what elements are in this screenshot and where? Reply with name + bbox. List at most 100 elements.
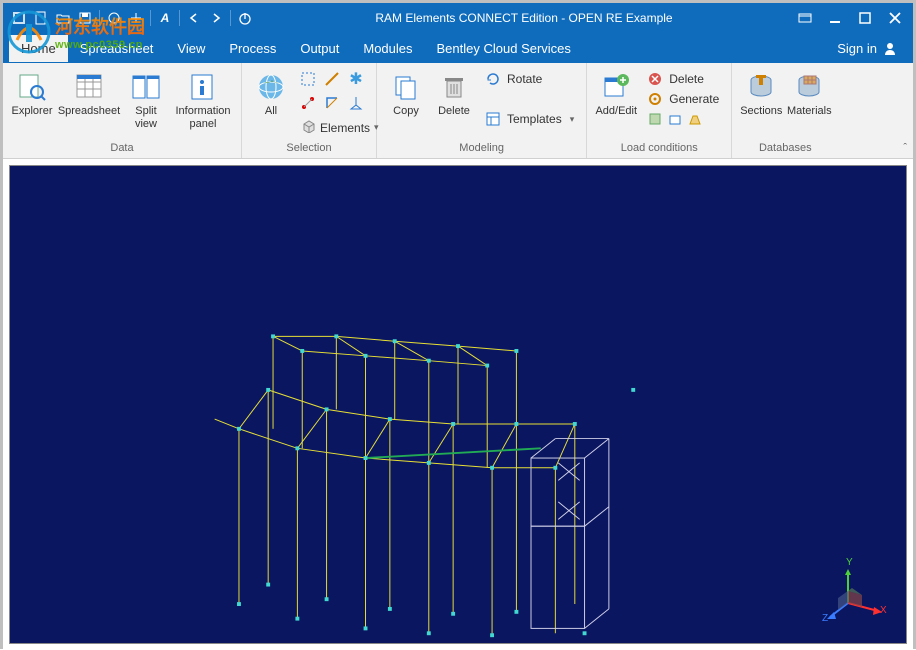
selection-tools-grid: ✱ Elements ▾ bbox=[296, 67, 370, 140]
sections-button[interactable]: Sections bbox=[738, 67, 784, 122]
loads-delete-button[interactable]: Delete bbox=[643, 69, 723, 89]
sign-in-label: Sign in bbox=[837, 41, 877, 56]
select-spark-icon[interactable]: ✱ bbox=[346, 69, 366, 89]
generate-button[interactable]: Generate bbox=[643, 89, 723, 109]
tab-modules[interactable]: Modules bbox=[351, 35, 424, 62]
window-controls bbox=[787, 6, 913, 30]
gear-icon bbox=[647, 91, 663, 107]
format-icon[interactable]: A bbox=[157, 10, 173, 26]
select-support-icon[interactable] bbox=[346, 93, 366, 113]
copy-button[interactable]: Copy bbox=[383, 67, 429, 122]
redo-icon[interactable] bbox=[208, 10, 224, 26]
load-icon-2[interactable] bbox=[667, 111, 683, 127]
group-label-loads: Load conditions bbox=[593, 140, 725, 156]
spreadsheet-label: Spreadsheet bbox=[58, 105, 120, 118]
rotate-icon bbox=[485, 71, 501, 87]
select-line-icon[interactable] bbox=[322, 69, 342, 89]
ribbon-group-databases: Sections Materials Databases bbox=[732, 63, 838, 158]
close-icon[interactable] bbox=[881, 6, 909, 30]
ribbon-group-modeling: Copy Delete Rotate Templates ▾ Modeling bbox=[377, 63, 587, 158]
minimize-icon[interactable] bbox=[821, 6, 849, 30]
add-edit-icon bbox=[600, 71, 632, 103]
explorer-icon bbox=[16, 71, 48, 103]
info-panel-button[interactable]: Information panel bbox=[171, 67, 235, 134]
loads-misc-row bbox=[643, 109, 723, 129]
rotate-button[interactable]: Rotate bbox=[481, 69, 578, 89]
tab-home[interactable]: Home bbox=[9, 35, 68, 62]
sign-in-button[interactable]: Sign in bbox=[827, 37, 907, 60]
copy-label: Copy bbox=[393, 105, 419, 118]
save-icon[interactable] bbox=[77, 10, 93, 26]
menu-bar: Home Spreadsheet View Process Output Mod… bbox=[3, 33, 913, 63]
group-label-data: Data bbox=[9, 140, 235, 156]
elements-label: Elements bbox=[320, 121, 370, 135]
sections-icon bbox=[745, 71, 777, 103]
explorer-label: Explorer bbox=[12, 105, 53, 118]
title-bar: A RAM Elements CONNECT Edition - OPEN RE… bbox=[3, 3, 913, 33]
delete-label: Delete bbox=[438, 105, 470, 118]
explorer-button[interactable]: Explorer bbox=[9, 67, 55, 122]
modeling-row-list: Rotate Templates ▾ bbox=[479, 67, 580, 131]
maximize-icon[interactable] bbox=[851, 6, 879, 30]
materials-label: Materials bbox=[787, 105, 832, 118]
spreadsheet-button[interactable]: Spreadsheet bbox=[57, 67, 121, 122]
ribbon-display-icon[interactable] bbox=[791, 6, 819, 30]
group-label-modeling: Modeling bbox=[383, 140, 580, 156]
templates-label: Templates bbox=[507, 112, 562, 126]
materials-button[interactable]: Materials bbox=[786, 67, 832, 122]
tab-cloud-services[interactable]: Bentley Cloud Services bbox=[425, 35, 583, 62]
load-icon-1[interactable] bbox=[647, 111, 663, 127]
tab-output[interactable]: Output bbox=[288, 35, 351, 62]
globe-icon bbox=[255, 71, 287, 103]
axis-x-label: X bbox=[880, 605, 887, 616]
copy-icon bbox=[390, 71, 422, 103]
split-view-label: Split view bbox=[135, 105, 157, 130]
group-label-databases: Databases bbox=[738, 140, 832, 156]
select-node-icon[interactable] bbox=[298, 93, 318, 113]
power-icon[interactable] bbox=[237, 10, 253, 26]
ribbon-group-loads: Add/Edit Delete Generate Load conditions bbox=[587, 63, 732, 158]
new-icon[interactable] bbox=[33, 10, 49, 26]
axis-z-label: Z bbox=[822, 613, 828, 624]
generate-label: Generate bbox=[669, 92, 719, 106]
collapse-ribbon-icon[interactable]: ˆ bbox=[903, 142, 907, 154]
elements-cube-icon bbox=[302, 119, 316, 136]
chevron-down-icon: ▾ bbox=[570, 114, 575, 125]
templates-button[interactable]: Templates ▾ bbox=[481, 109, 578, 129]
select-all-button[interactable]: All bbox=[248, 67, 294, 122]
elements-dropdown[interactable]: Elements ▾ bbox=[298, 117, 368, 138]
app-icon[interactable] bbox=[11, 10, 27, 26]
structural-model bbox=[10, 166, 906, 643]
undo-icon[interactable] bbox=[186, 10, 202, 26]
delete-button[interactable]: Delete bbox=[431, 67, 477, 122]
sections-label: Sections bbox=[740, 105, 782, 118]
tab-process[interactable]: Process bbox=[217, 35, 288, 62]
model-viewport[interactable]: Y X Z bbox=[9, 165, 907, 644]
tab-view[interactable]: View bbox=[165, 35, 217, 62]
delete-x-icon bbox=[647, 71, 663, 87]
axis-gizmo[interactable]: Y X Z bbox=[818, 555, 888, 625]
loads-delete-label: Delete bbox=[669, 72, 704, 86]
info-panel-icon bbox=[187, 71, 219, 103]
select-all-label: All bbox=[265, 105, 277, 118]
load-icon-3[interactable] bbox=[687, 111, 703, 127]
open-icon[interactable] bbox=[55, 10, 71, 26]
tab-spreadsheet[interactable]: Spreadsheet bbox=[68, 35, 166, 62]
select-frame-icon[interactable] bbox=[322, 93, 342, 113]
split-view-button[interactable]: Split view bbox=[123, 67, 169, 134]
ribbon: Explorer Spreadsheet Split view Informat… bbox=[3, 63, 913, 159]
axis-y-label: Y bbox=[846, 557, 853, 568]
rotate-label: Rotate bbox=[507, 72, 542, 86]
trash-icon bbox=[438, 71, 470, 103]
ribbon-group-selection: All ✱ Elements ▾ Selection bbox=[242, 63, 377, 158]
group-label-selection: Selection bbox=[248, 140, 370, 156]
quick-access-toolbar: A bbox=[3, 10, 261, 26]
tool-icon-2[interactable] bbox=[128, 10, 144, 26]
select-box-icon[interactable] bbox=[298, 69, 318, 89]
add-edit-button[interactable]: Add/Edit bbox=[593, 67, 639, 122]
viewport-container: Y X Z bbox=[3, 159, 913, 650]
user-icon bbox=[883, 41, 897, 55]
tool-icon-1[interactable] bbox=[106, 10, 122, 26]
ribbon-group-data: Explorer Spreadsheet Split view Informat… bbox=[3, 63, 242, 158]
window-title: RAM Elements CONNECT Edition - OPEN RE E… bbox=[261, 11, 787, 25]
